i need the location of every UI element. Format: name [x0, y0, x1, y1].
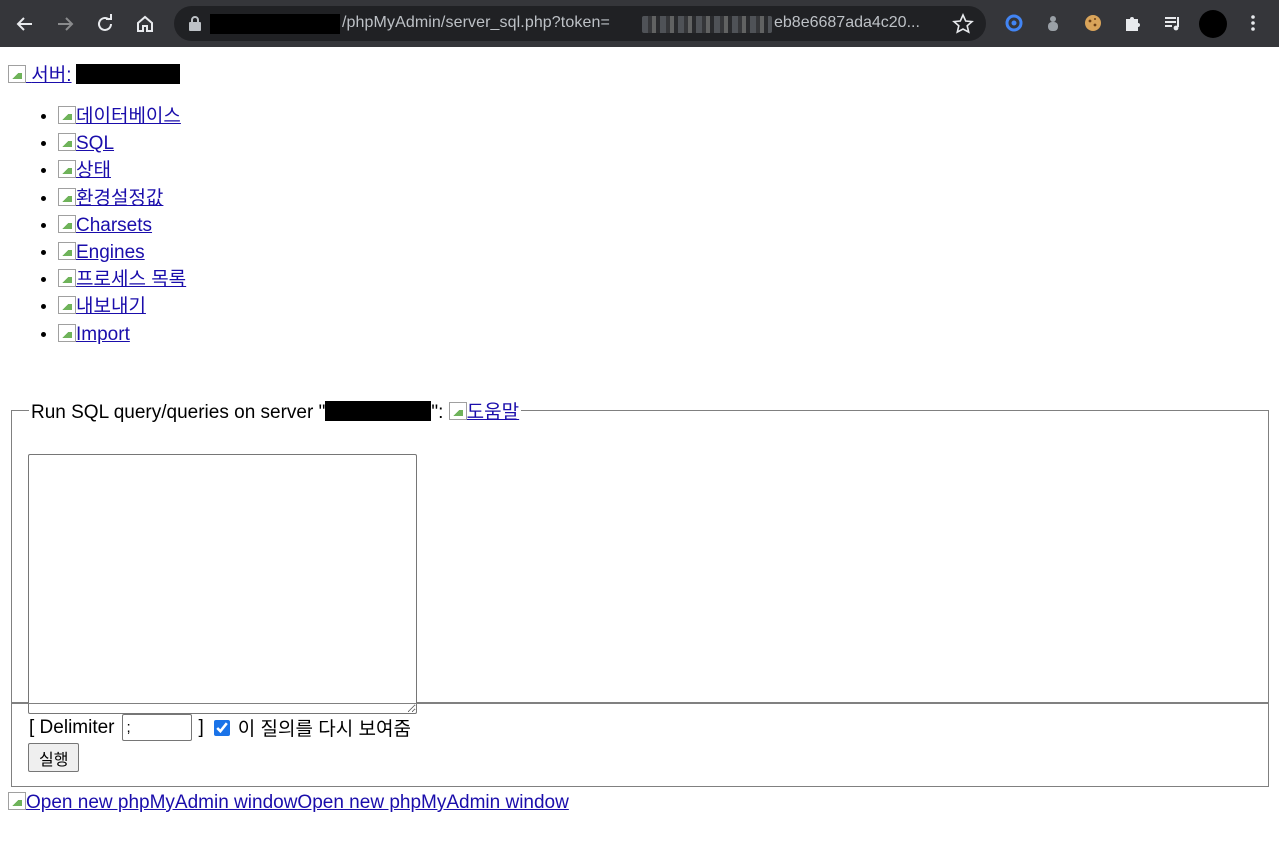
delimiter-input[interactable] — [121, 714, 192, 741]
sql-query-textarea[interactable] — [28, 454, 417, 714]
browser-toolbar: /phpMyAdmin/server_sql.php?token= eb8e66… — [0, 0, 1279, 47]
redacted-host — [210, 14, 340, 34]
tab-link-status[interactable]: 상태 — [76, 160, 111, 181]
engines-broken-image-icon — [58, 241, 76, 260]
new-window-link[interactable]: Open new phpMyAdmin windowOpen new phpMy… — [8, 792, 569, 813]
tab-import: Import — [58, 321, 186, 348]
tab-link-sql[interactable]: SQL — [76, 133, 114, 154]
server-breadcrumb: 서버: — [8, 60, 180, 87]
reload-button[interactable] — [92, 11, 118, 37]
server-link[interactable]: 서버: — [8, 64, 180, 86]
new-window-row: Open new phpMyAdmin windowOpen new phpMy… — [8, 792, 569, 814]
tab-charsets: Charsets — [58, 212, 186, 239]
tab-link-processes[interactable]: 프로세스 목록 — [76, 269, 186, 290]
legend-suffix: ": — [431, 402, 444, 423]
query-footer: [ Delimiter ] 이 질의를 다시 보여줌 실행 — [11, 703, 1269, 787]
back-button[interactable] — [12, 11, 38, 37]
sql-broken-image-icon — [58, 133, 76, 152]
export-broken-image-icon — [58, 296, 76, 315]
extensions-puzzle-icon[interactable] — [1122, 12, 1144, 34]
tab-status: 상태 — [58, 157, 186, 184]
media-playlist-icon[interactable] — [1162, 12, 1184, 34]
new-window-broken-image-icon — [8, 792, 26, 810]
delimiter-label: [ Delimiter — [29, 716, 115, 738]
extension-ring-icon[interactable] — [1003, 12, 1025, 34]
page-content: 서버: 데이터베이스 SQL 상태 환경설정값 Charsets Engines… — [0, 47, 1279, 843]
cookie-icon[interactable] — [1082, 12, 1104, 34]
tab-variables: 환경설정값 — [58, 185, 186, 212]
variables-broken-image-icon — [58, 187, 76, 206]
profile-avatar[interactable] — [1199, 10, 1227, 38]
extension-bug-icon[interactable] — [1042, 12, 1064, 34]
help-broken-image-icon — [448, 402, 467, 420]
tab-databases: 데이터베이스 — [58, 103, 186, 130]
server-broken-image-icon — [8, 65, 26, 83]
sql-query-fieldset: Run SQL query/queries on server " ": 도움말 — [11, 397, 1269, 714]
show-query-label[interactable]: 이 질의를 다시 보여줌 — [238, 714, 411, 741]
delimiter-close-bracket: ] — [198, 716, 204, 738]
forward-button[interactable] — [52, 11, 78, 37]
server-tabs: 데이터베이스 SQL 상태 환경설정값 Charsets Engines 프로세… — [0, 103, 186, 348]
lock-icon — [189, 16, 201, 31]
charsets-broken-image-icon — [58, 214, 76, 233]
status-broken-image-icon — [58, 160, 76, 179]
back-arrow-icon — [16, 17, 32, 31]
legend-prefix: Run SQL query/queries on server " — [31, 402, 326, 423]
new-window-link-label: Open new phpMyAdmin window — [297, 792, 569, 813]
redacted-server-name — [75, 64, 180, 84]
tab-link-export[interactable]: 내보내기 — [76, 296, 146, 317]
tab-link-import[interactable]: Import — [76, 324, 130, 345]
url-path: /phpMyAdmin/server_sql.php?token= — [342, 14, 610, 31]
bookmark-star-icon[interactable] — [952, 13, 974, 35]
processes-broken-image-icon — [58, 269, 76, 288]
sql-query-legend: Run SQL query/queries on server " ": 도움말 — [29, 397, 521, 424]
databases-broken-image-icon — [58, 106, 76, 124]
import-broken-image-icon — [58, 323, 76, 342]
server-label: 서버: — [31, 65, 72, 86]
home-button[interactable] — [132, 11, 158, 37]
tab-processes: 프로세스 목록 — [58, 266, 186, 293]
forward-arrow-icon — [58, 17, 74, 31]
reload-icon — [98, 14, 112, 31]
redacted-token — [642, 16, 772, 33]
tab-engines: Engines — [58, 239, 186, 266]
url-token-tail: eb8e6687ada4c20... — [774, 14, 920, 31]
tab-link-engines[interactable]: Engines — [76, 242, 145, 263]
show-query-checkbox[interactable] — [213, 719, 230, 736]
tab-export: 내보내기 — [58, 293, 186, 320]
delimiter-row: [ Delimiter ] 이 질의를 다시 보여줌 — [29, 714, 411, 741]
help-link[interactable]: 도움말 — [448, 402, 520, 423]
address-bar[interactable]: /phpMyAdmin/server_sql.php?token= eb8e66… — [174, 6, 986, 41]
execute-button[interactable]: 실행 — [28, 743, 80, 772]
help-link-label: 도움말 — [466, 402, 520, 423]
home-icon — [137, 15, 153, 32]
tab-link-variables[interactable]: 환경설정값 — [76, 188, 163, 209]
kebab-menu-icon[interactable] — [1242, 12, 1264, 34]
redacted-server-name-legend — [325, 401, 432, 421]
tab-link-charsets[interactable]: Charsets — [76, 215, 152, 236]
tab-link-databases[interactable]: 데이터베이스 — [76, 106, 181, 127]
tab-sql: SQL — [58, 130, 186, 157]
new-window-image-alt: Open new phpMyAdmin window — [26, 792, 298, 813]
